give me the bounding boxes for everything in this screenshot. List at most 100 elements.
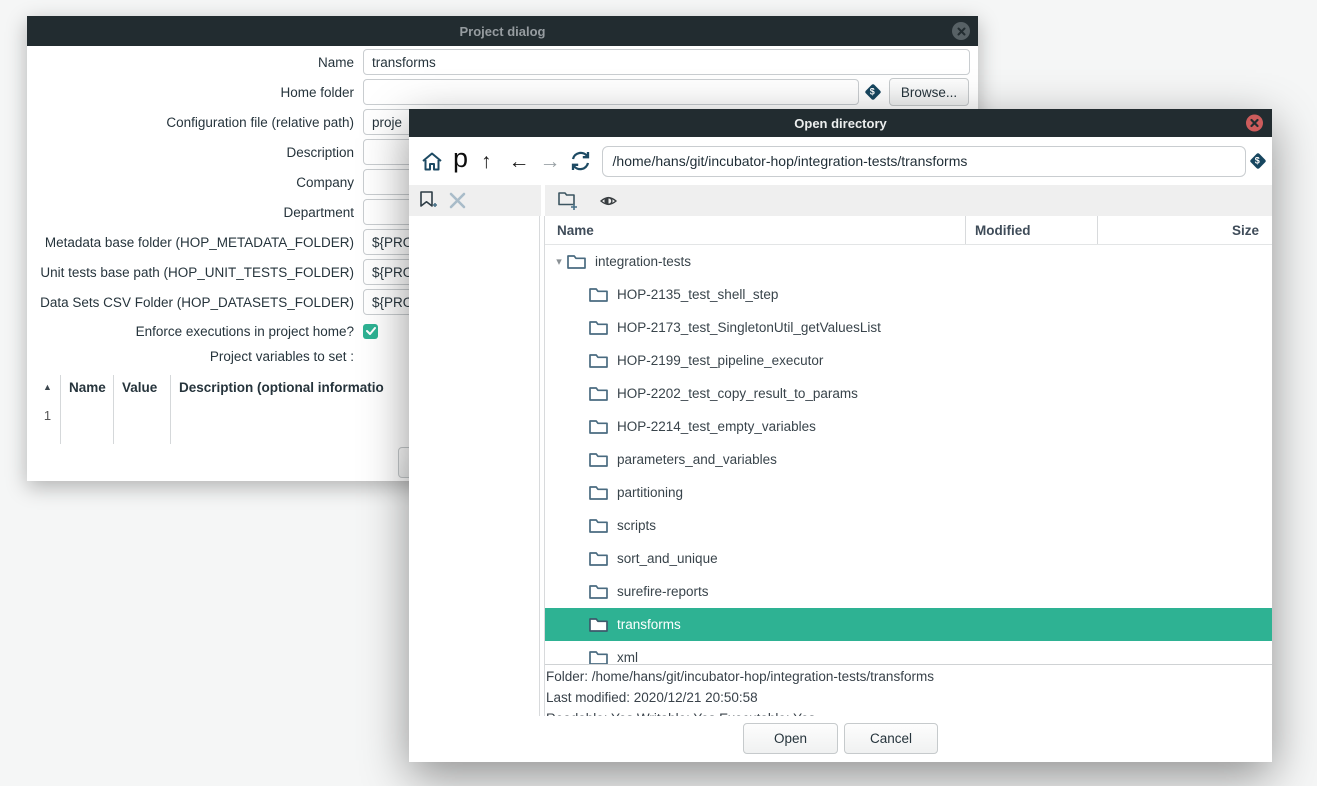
tree-row[interactable]: HOP-2173_test_SingletonUtil_getValuesLis… [545, 311, 1272, 344]
home-icon[interactable] [421, 151, 443, 172]
folder-name: xml [617, 650, 638, 664]
field-input[interactable]: transforms [363, 49, 970, 75]
show-hidden-files-icon[interactable] [600, 194, 617, 208]
tree-row[interactable]: sort_and_unique [545, 542, 1272, 575]
field-label: Metadata base folder (HOP_METADATA_FOLDE… [35, 235, 363, 250]
project-dialog-title: Project dialog [460, 24, 546, 39]
tree-row[interactable]: parameters_and_variables [545, 443, 1272, 476]
expander-caret-icon[interactable]: ▾ [551, 255, 567, 268]
folder-name: HOP-2135_test_shell_step [617, 287, 778, 302]
files-panel: Name Modified Size ▾ integration-tests HOP… [544, 216, 1272, 716]
status-last-modified: Last modified: 2020/12/21 20:50:58 [546, 687, 1272, 708]
bookmarks-panel[interactable] [409, 216, 540, 716]
remove-bookmark-icon[interactable] [449, 192, 466, 209]
file-list-header: Name Modified Size [545, 216, 1272, 245]
row-number: 1 [35, 400, 61, 430]
sort-column-header[interactable]: ▲ [35, 375, 61, 400]
column-header-size[interactable]: Size [1097, 216, 1272, 244]
folder-name: surefire-reports [617, 584, 709, 599]
back-icon[interactable]: ← [509, 151, 530, 172]
project-dialog-titlebar[interactable]: Project dialog [27, 16, 978, 46]
folder-icon [589, 452, 608, 468]
tree-row[interactable]: xml [545, 641, 1272, 664]
folder-icon [589, 485, 608, 501]
field-label: Name [35, 55, 363, 70]
variables-label: Project variables to set : [35, 349, 363, 364]
up-level-icon[interactable]: ↑ [481, 151, 492, 172]
tree-row[interactable]: HOP-2135_test_shell_step [545, 278, 1272, 311]
refresh-icon[interactable] [569, 150, 592, 172]
folder-name: HOP-2202_test_copy_result_to_params [617, 386, 858, 401]
folder-icon [589, 617, 608, 633]
status-block: Folder: /home/hans/git/incubator-hop/int… [545, 664, 1272, 716]
close-icon[interactable] [952, 22, 970, 40]
bookmarks-toolbar [409, 185, 541, 216]
tree-row[interactable]: surefire-reports [545, 575, 1272, 608]
cancel-button[interactable]: Cancel [844, 723, 938, 754]
cell-name[interactable] [61, 400, 114, 430]
field-label: Company [35, 175, 363, 190]
variable-icon[interactable]: $ [1250, 153, 1267, 170]
directory-tree: ▾ integration-tests HOP-2135_test_shell_st… [545, 245, 1272, 664]
open-directory-dialog: Open directory p ↑ ← → /home/hans/git/in… [409, 109, 1272, 762]
cell-value[interactable] [114, 400, 171, 430]
tree-row-selected[interactable]: transforms [545, 608, 1272, 641]
folder-name: HOP-2214_test_empty_variables [617, 419, 816, 434]
tree-row[interactable]: HOP-2214_test_empty_variables [545, 410, 1272, 443]
add-bookmark-icon[interactable] [420, 191, 437, 211]
desktop: { "accent": "#2eb293", "project_dialog":… [0, 0, 1317, 786]
folder-name: partitioning [617, 485, 683, 500]
field-input[interactable] [363, 79, 859, 105]
folder-name: sort_and_unique [617, 551, 718, 566]
field-label: Department [35, 205, 363, 220]
path-value: /home/hans/git/incubator-hop/integration… [613, 153, 968, 169]
forward-icon[interactable]: → [540, 151, 561, 172]
open-dialog-title: Open directory [794, 116, 886, 131]
project-home-icon[interactable]: p [453, 145, 468, 172]
enforce-checkbox[interactable] [363, 324, 378, 339]
open-dialog-titlebar[interactable]: Open directory [409, 109, 1272, 137]
tree-row[interactable]: ▾ integration-tests [545, 245, 1272, 278]
column-header-modified[interactable]: Modified [965, 216, 1097, 244]
navigation-toolbar: p ↑ ← → /home/hans/git/incubator-hop/int… [409, 137, 1272, 185]
sort-asc-icon: ▲ [43, 383, 52, 392]
open-button[interactable]: Open [743, 723, 838, 754]
column-header-value[interactable]: Value [114, 375, 171, 400]
files-toolbar [545, 185, 1272, 216]
folder-name: parameters_and_variables [617, 452, 777, 467]
browse-button[interactable]: Browse... [889, 78, 969, 106]
new-folder-icon[interactable] [558, 191, 579, 210]
folder-icon [589, 419, 608, 435]
column-header-name[interactable]: Name [61, 375, 114, 400]
folder-name: integration-tests [595, 254, 691, 269]
status-permissions: Readable: Yes Writable: Yes Executable: … [546, 708, 1272, 716]
tree-row[interactable]: scripts [545, 509, 1272, 542]
folder-icon [589, 386, 608, 402]
path-input[interactable]: /home/hans/git/incubator-hop/integration… [602, 146, 1246, 177]
form-row: Home folder $ Browse... [35, 79, 970, 105]
field-label: Description [35, 145, 363, 160]
secondary-toolbar [409, 185, 1272, 216]
folder-icon [589, 353, 608, 369]
folder-name: HOP-2173_test_SingletonUtil_getValuesLis… [617, 320, 881, 335]
folder-name: HOP-2199_test_pipeline_executor [617, 353, 823, 368]
folder-icon [589, 287, 608, 303]
field-label: Configuration file (relative path) [35, 115, 363, 130]
tree-row[interactable]: HOP-2199_test_pipeline_executor [545, 344, 1272, 377]
tree-row[interactable]: HOP-2202_test_copy_result_to_params [545, 377, 1272, 410]
dialog-content: Name Modified Size ▾ integration-tests HOP… [409, 216, 1272, 716]
column-header-name[interactable]: Name [545, 216, 965, 244]
form-row: Nametransforms [35, 49, 970, 75]
field-label: Home folder [35, 85, 363, 100]
folder-icon [589, 518, 608, 534]
folder-icon [589, 584, 608, 600]
tree-row[interactable]: partitioning [545, 476, 1272, 509]
folder-icon [567, 254, 586, 270]
variable-icon[interactable]: $ [865, 84, 882, 101]
folder-icon [589, 551, 608, 567]
status-folder: Folder: /home/hans/git/incubator-hop/int… [546, 666, 1272, 687]
enforce-label: Enforce executions in project home? [35, 324, 363, 339]
folder-icon [589, 650, 608, 665]
folder-name: scripts [617, 518, 656, 533]
close-icon[interactable] [1246, 115, 1263, 132]
